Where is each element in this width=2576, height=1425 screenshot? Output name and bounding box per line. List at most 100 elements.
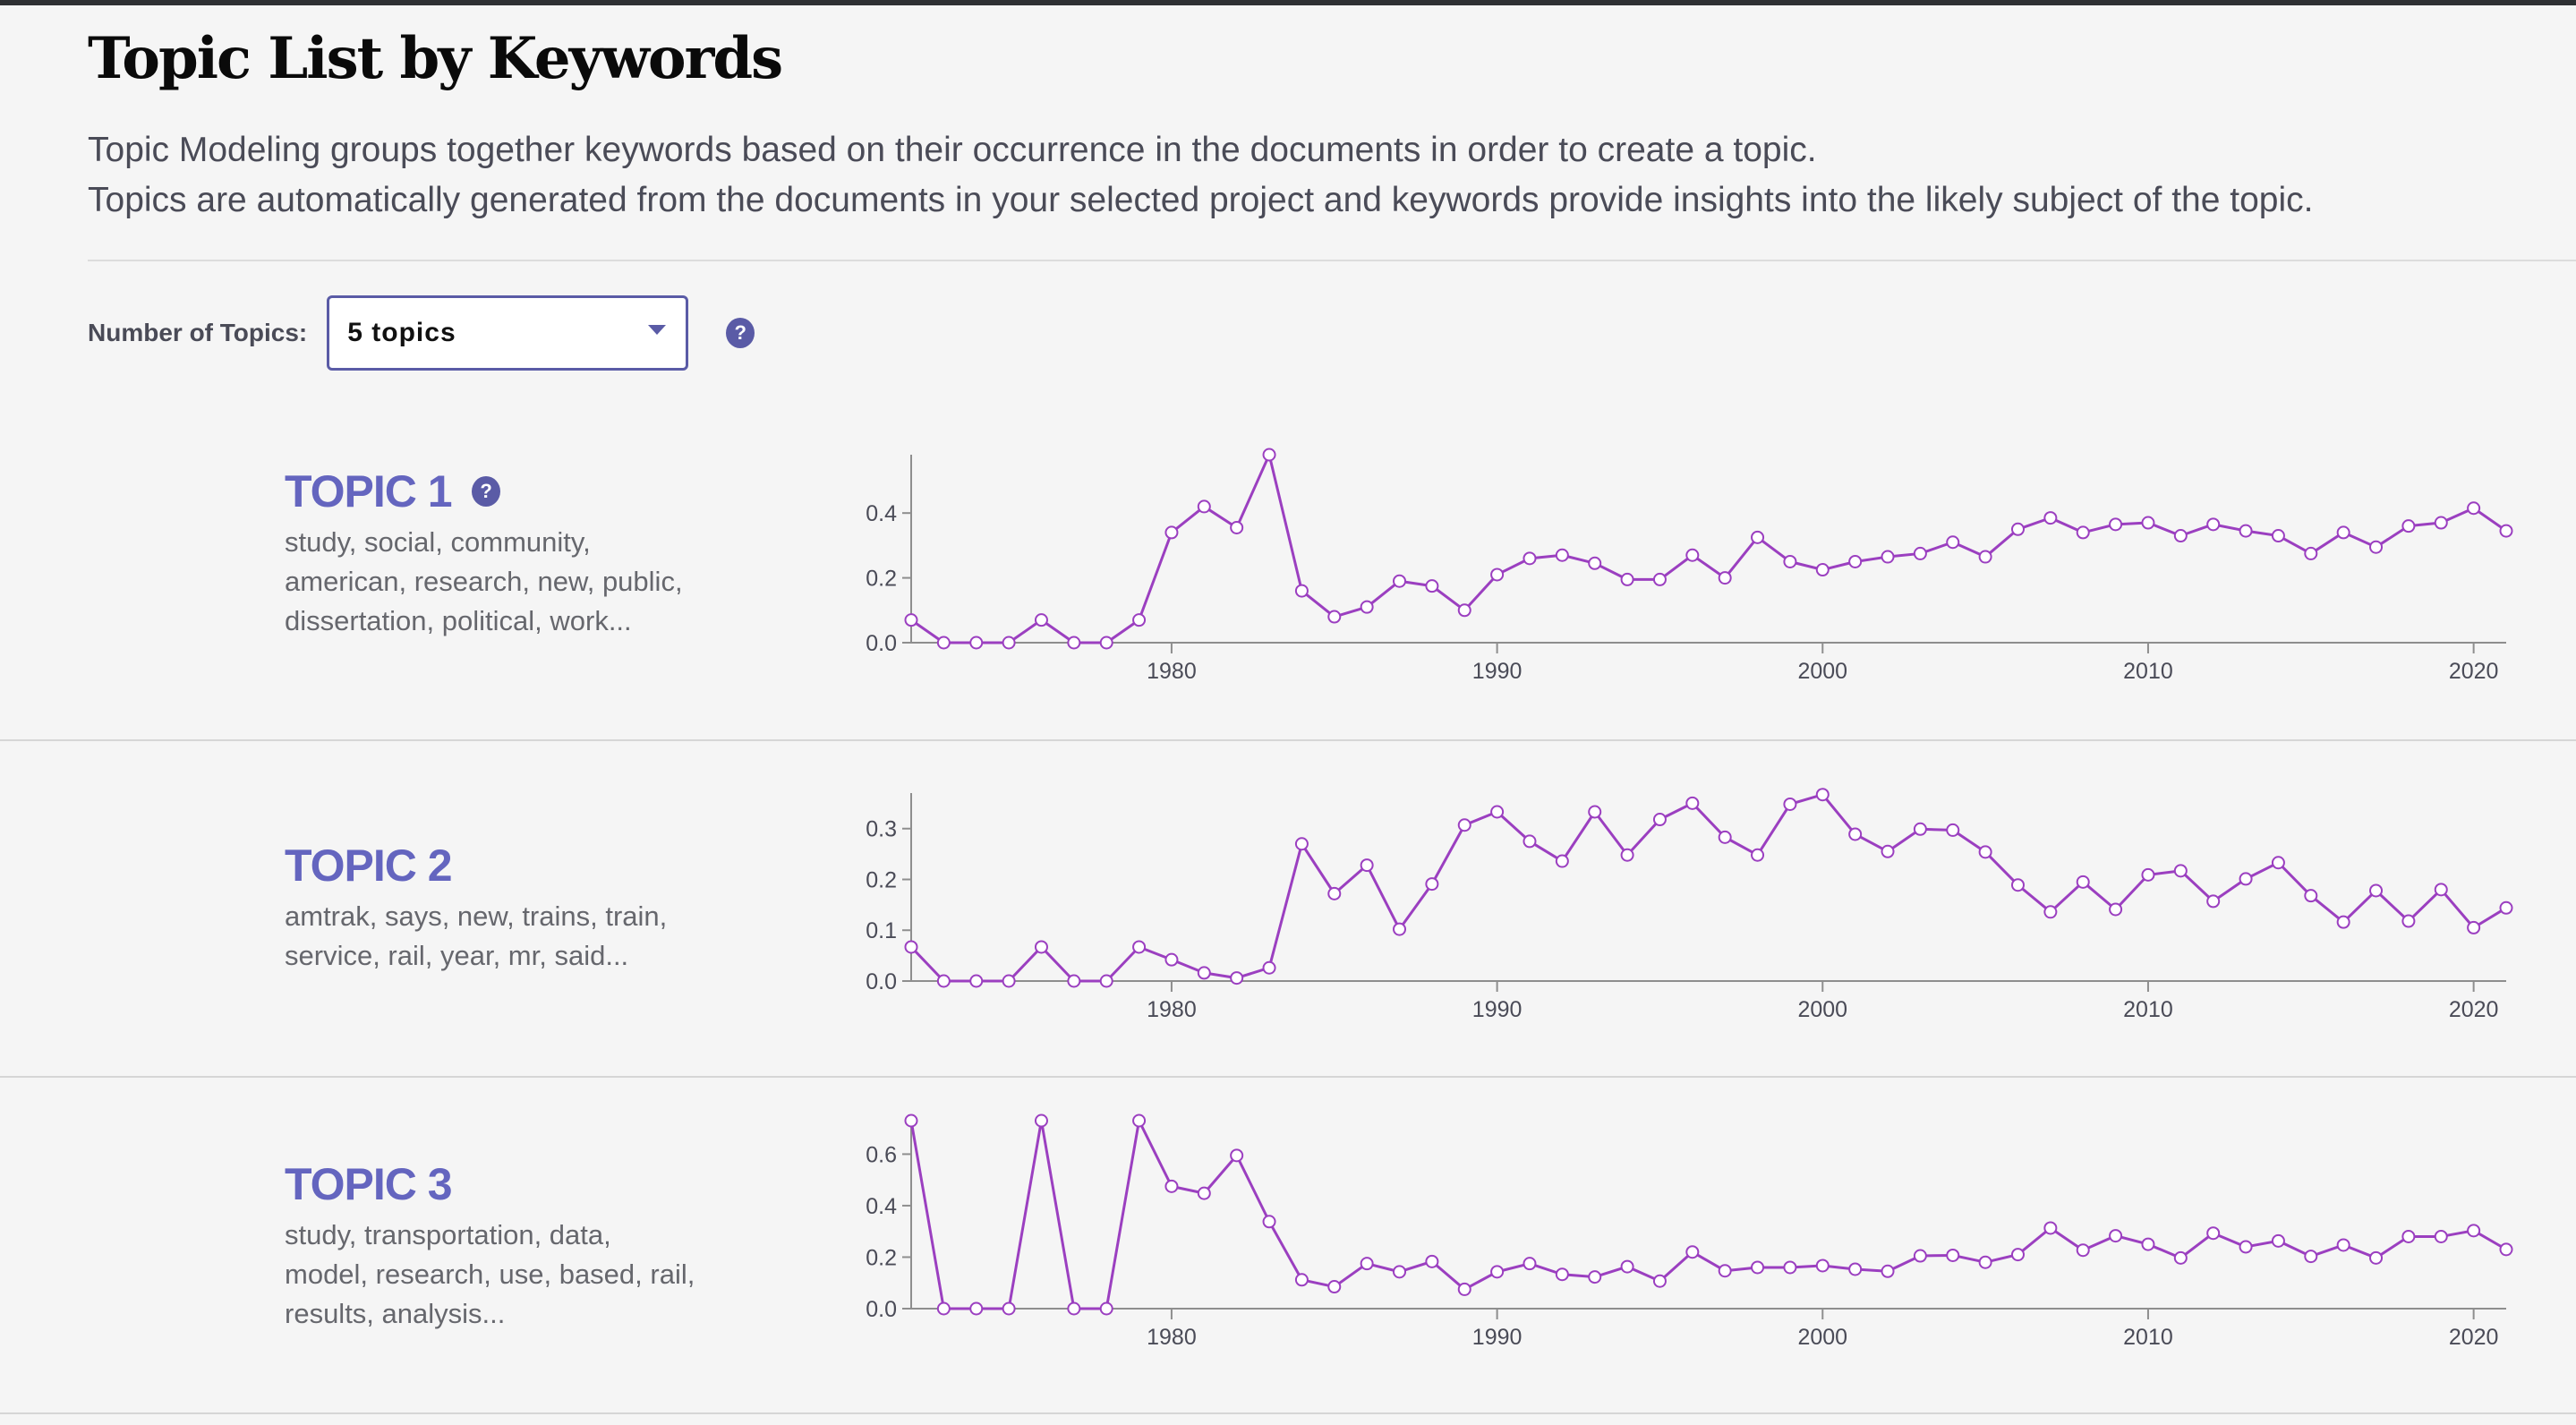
data-point [1913, 546, 1927, 560]
data-point [1523, 834, 1537, 849]
data-point [1620, 848, 1634, 862]
data-point [2401, 519, 2416, 533]
y-tick-label: 0.0 [866, 969, 897, 994]
data-point [1751, 530, 1765, 544]
data-point [1881, 844, 1895, 858]
data-point [1034, 940, 1048, 954]
data-point [2076, 525, 2090, 540]
data-point [1393, 922, 1407, 936]
data-point [1685, 1245, 1700, 1259]
data-point [1588, 1270, 1602, 1284]
data-point [904, 1114, 918, 1128]
data-point [2043, 511, 2058, 525]
data-point [1751, 1260, 1765, 1275]
data-point [2434, 516, 2448, 530]
number-of-topics-select[interactable]: 5 topics [327, 295, 689, 371]
data-point [1457, 603, 1471, 618]
chevron-down-icon [648, 324, 667, 335]
topic-count-controls: Number of Topics: 5 topics ? [88, 295, 755, 371]
x-tick-label: 2020 [2449, 1325, 2499, 1350]
topic-row-2: TOPIC 2 amtrak, says, new, trains, train… [0, 741, 2576, 1078]
data-point [2206, 517, 2221, 532]
data-point [2271, 856, 2285, 870]
data-point [936, 1301, 951, 1316]
data-point [1685, 796, 1700, 810]
data-point [969, 636, 984, 650]
data-point [2239, 524, 2253, 538]
y-tick-label: 0.2 [866, 567, 897, 592]
topic-info: TOPIC 2 amtrak, says, new, trains, train… [285, 840, 696, 976]
data-point [2467, 920, 2481, 934]
data-point [1457, 818, 1471, 832]
data-point [2467, 1224, 2481, 1238]
data-point [1718, 1264, 1732, 1278]
data-point [1652, 813, 1667, 827]
x-tick-label: 1980 [1147, 997, 1197, 1022]
help-icon[interactable]: ? [471, 476, 500, 507]
x-tick-label: 2010 [2123, 1325, 2173, 1350]
data-point [2271, 529, 2285, 543]
data-point [2336, 1238, 2350, 1252]
data-point [1457, 1282, 1471, 1296]
data-point [1751, 848, 1765, 862]
number-of-topics-label: Number of Topics: [88, 319, 308, 346]
data-point [1652, 1274, 1667, 1288]
topic-keywords: amtrak, says, new, trains, train, servic… [285, 900, 668, 971]
y-tick-label: 0.2 [866, 1245, 897, 1270]
data-point [2109, 902, 2123, 917]
data-point [904, 613, 918, 627]
data-point [1099, 636, 1113, 650]
data-point [1164, 952, 1179, 967]
data-point [1294, 837, 1309, 851]
data-point [1848, 1262, 1863, 1276]
data-point [1946, 535, 1960, 550]
y-tick-label: 0.1 [866, 918, 897, 943]
header-divider [88, 260, 2576, 261]
y-tick-label: 0.6 [866, 1142, 897, 1167]
x-tick-label: 1990 [1472, 1325, 1523, 1350]
data-point [2239, 1240, 2253, 1254]
intro-line-2: Topics are automatically generated from … [88, 181, 2314, 219]
data-point [1490, 805, 1505, 819]
help-icon[interactable]: ? [726, 318, 755, 348]
page-title: Topic List by Keywords [88, 25, 783, 92]
data-point [1164, 525, 1179, 540]
data-point [2141, 516, 2155, 530]
data-point [1913, 822, 1927, 836]
y-tick-label: 0.0 [866, 1297, 897, 1322]
data-point [1913, 1249, 1927, 1263]
data-point [1230, 971, 1244, 986]
series-line [909, 793, 2507, 983]
data-point [1881, 1264, 1895, 1278]
data-point [1067, 974, 1081, 988]
y-tick-label: 0.4 [866, 501, 897, 526]
selected-topic-count: 5 topics [347, 318, 456, 347]
topic-keywords: study, transportation, data, model, rese… [285, 1219, 695, 1329]
data-point [1848, 554, 1863, 568]
data-point [2206, 894, 2221, 909]
data-point [1067, 636, 1081, 650]
x-tick-label: 2000 [1797, 659, 1847, 684]
data-point [1555, 548, 1569, 562]
data-point [1946, 1248, 1960, 1262]
data-point [2304, 546, 2318, 560]
data-point [1685, 548, 1700, 562]
data-point [1360, 1257, 1374, 1271]
data-point [1230, 520, 1244, 534]
data-point [1262, 448, 1276, 462]
data-point [2109, 517, 2123, 532]
data-point [2434, 1229, 2448, 1243]
data-point [1327, 1280, 1342, 1294]
data-point [1588, 556, 1602, 570]
y-tick-label: 0.4 [866, 1194, 897, 1219]
y-tick-label: 0.0 [866, 631, 897, 656]
data-point [1620, 572, 1634, 586]
row-divider [0, 1412, 2576, 1414]
intro-text: Topic Modeling groups together keywords … [88, 125, 2313, 226]
series-line [910, 453, 2507, 644]
x-tick-label: 2010 [2123, 997, 2173, 1022]
topic-trend-chart: 0.0 0.2 0.4 1980 1990 2000 2010 2020 [866, 448, 2513, 684]
data-point [1393, 574, 1407, 588]
x-tick-label: 2000 [1797, 1325, 1847, 1350]
topic-trend-chart: 0.0 0.1 0.2 0.3 1980 1990 2000 2010 2020 [866, 788, 2513, 1022]
